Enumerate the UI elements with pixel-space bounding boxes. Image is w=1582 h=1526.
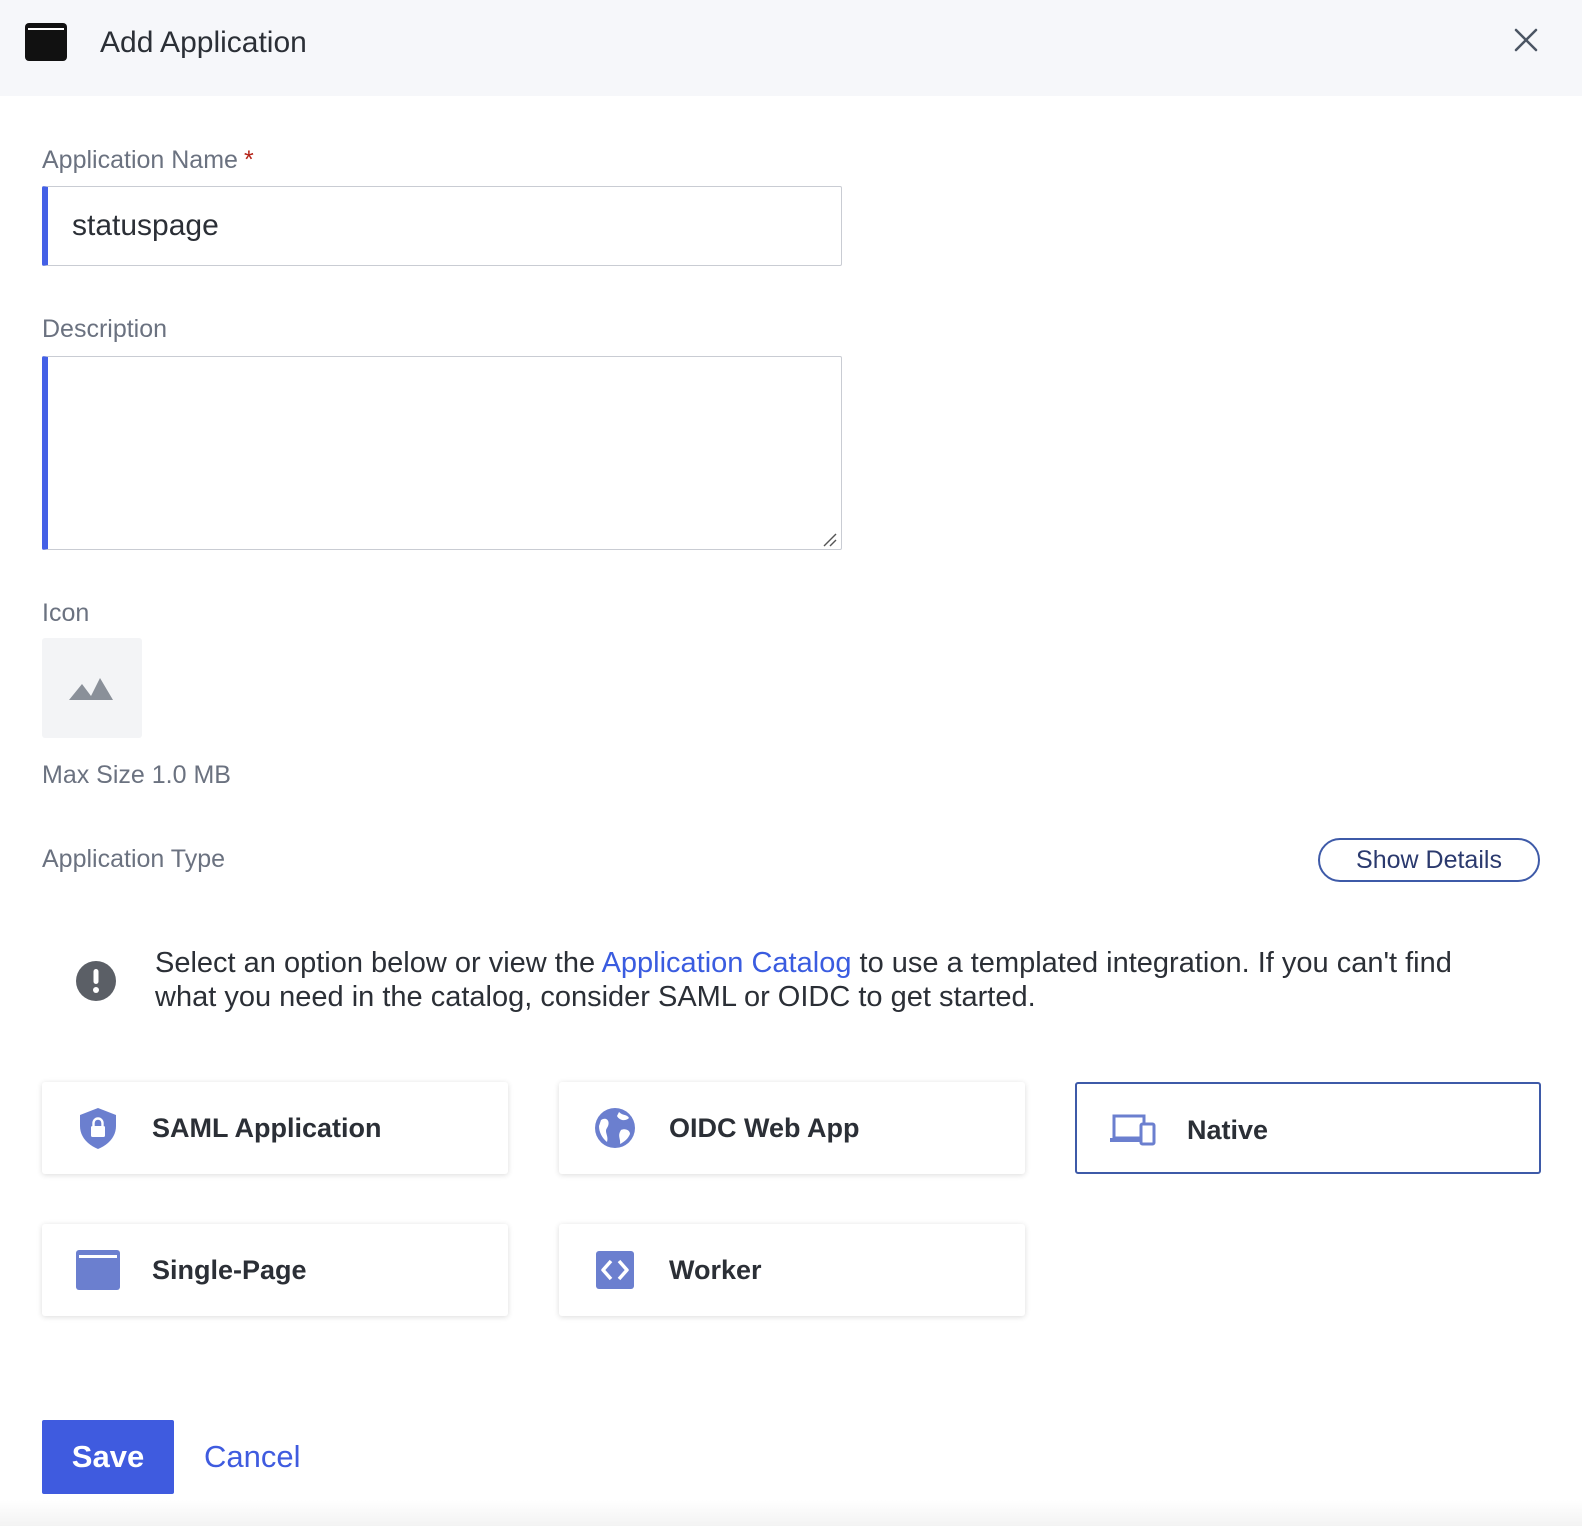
app-type-label: SAML Application	[152, 1113, 382, 1143]
show-details-button[interactable]: Show Details	[1318, 838, 1540, 882]
app-type-label: Native	[1187, 1115, 1269, 1145]
application-name-input[interactable]	[42, 186, 842, 266]
application-catalog-link[interactable]: Application Catalog	[602, 947, 852, 979]
app-type-worker[interactable]: Worker	[559, 1224, 1025, 1316]
devices-icon	[1110, 1114, 1156, 1146]
save-button[interactable]: Save	[42, 1420, 174, 1494]
resize-grip-icon[interactable]	[822, 532, 838, 548]
dialog-header: Add Application	[0, 0, 1582, 96]
browser-window-icon	[76, 1250, 120, 1290]
application-type-label: Application Type	[42, 845, 225, 873]
icon-upload[interactable]	[42, 638, 142, 738]
description-label: Description	[42, 315, 168, 343]
close-icon[interactable]	[1512, 24, 1550, 62]
bottom-shadow	[0, 1500, 1582, 1526]
app-type-label: OIDC Web App	[669, 1113, 860, 1143]
browser-window-icon	[25, 23, 67, 61]
icon-label: Icon	[42, 599, 90, 627]
app-type-label: Worker	[669, 1255, 762, 1285]
app-type-single-page[interactable]: Single-Page	[42, 1224, 508, 1316]
description-textarea[interactable]	[42, 356, 842, 550]
required-marker: *	[243, 146, 254, 174]
dialog-title: Add Application	[100, 26, 307, 59]
app-type-saml[interactable]: SAML Application	[42, 1082, 508, 1174]
exclamation-circle-icon	[76, 961, 116, 1001]
app-type-label: Single-Page	[152, 1255, 307, 1285]
app-type-native[interactable]: Native	[1075, 1082, 1541, 1174]
code-brackets-icon	[596, 1251, 634, 1289]
application-name-label: Application Name *	[42, 146, 254, 174]
info-message: Select an option below or view the Appli…	[155, 947, 1452, 1013]
shield-lock-icon	[80, 1108, 116, 1149]
app-type-oidc[interactable]: OIDC Web App	[559, 1082, 1025, 1174]
globe-icon	[595, 1108, 635, 1148]
image-placeholder-icon	[69, 678, 113, 700]
cancel-button[interactable]: Cancel	[204, 1437, 301, 1477]
max-size-hint: Max Size 1.0 MB	[42, 761, 231, 789]
